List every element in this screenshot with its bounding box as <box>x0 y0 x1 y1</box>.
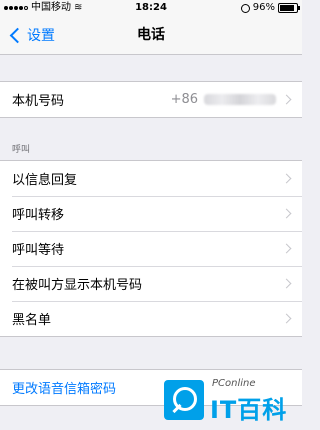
voicemail-label: 更改语音信箱密码 <box>12 382 117 397</box>
watermark-small-text: PConline <box>212 378 256 389</box>
list-item-reply-with-message[interactable]: 以信息回复 <box>0 161 302 196</box>
calls-group: 以信息回复 呼叫转移 呼叫等待 在被叫方显示本机号码 黑名单 <box>0 160 302 337</box>
pconline-watermark: PConline IT百科 <box>164 376 296 426</box>
list-item-blacklist[interactable]: 黑名单 <box>0 301 302 336</box>
list-item-show-caller-id[interactable]: 在被叫方显示本机号码 <box>0 266 302 301</box>
alarm-icon <box>240 3 250 13</box>
chevron-right-icon <box>281 208 292 219</box>
chevron-right-icon <box>281 278 292 289</box>
list-item-label: 以信息回复 <box>12 173 78 188</box>
watermark-big-text: IT百科 <box>210 396 288 424</box>
my-number-row[interactable]: 本机号码 +86 <box>0 82 302 117</box>
status-bar: 中国移动 ≋ 18:24 96% <box>0 0 302 16</box>
chevron-right-icon <box>281 94 292 105</box>
list-item-label: 在被叫方显示本机号码 <box>12 278 143 293</box>
list-item-label: 呼叫转移 <box>12 208 65 223</box>
list-item-label: 黑名单 <box>12 313 52 328</box>
chevron-right-icon <box>281 313 292 324</box>
calls-section-header: 呼叫 <box>12 145 31 155</box>
battery-percent: 96% <box>252 2 275 13</box>
blurred-number <box>204 94 276 105</box>
list-item-label: 呼叫等待 <box>12 243 65 258</box>
search-icon <box>164 380 204 420</box>
country-code: +86 <box>170 92 198 107</box>
my-number-group: 本机号码 +86 <box>0 81 302 118</box>
my-number-value: +86 <box>171 82 276 117</box>
page-title: 电话 <box>137 27 165 43</box>
chevron-right-icon <box>281 173 292 184</box>
battery-icon <box>278 3 300 13</box>
nav-bar: 设置 电话 <box>0 16 302 55</box>
list-item-call-forwarding[interactable]: 呼叫转移 <box>0 196 302 231</box>
chevron-right-icon <box>281 243 292 254</box>
status-right: 96% <box>240 0 300 16</box>
my-number-label: 本机号码 <box>12 94 65 109</box>
list-item-call-waiting[interactable]: 呼叫等待 <box>0 231 302 266</box>
